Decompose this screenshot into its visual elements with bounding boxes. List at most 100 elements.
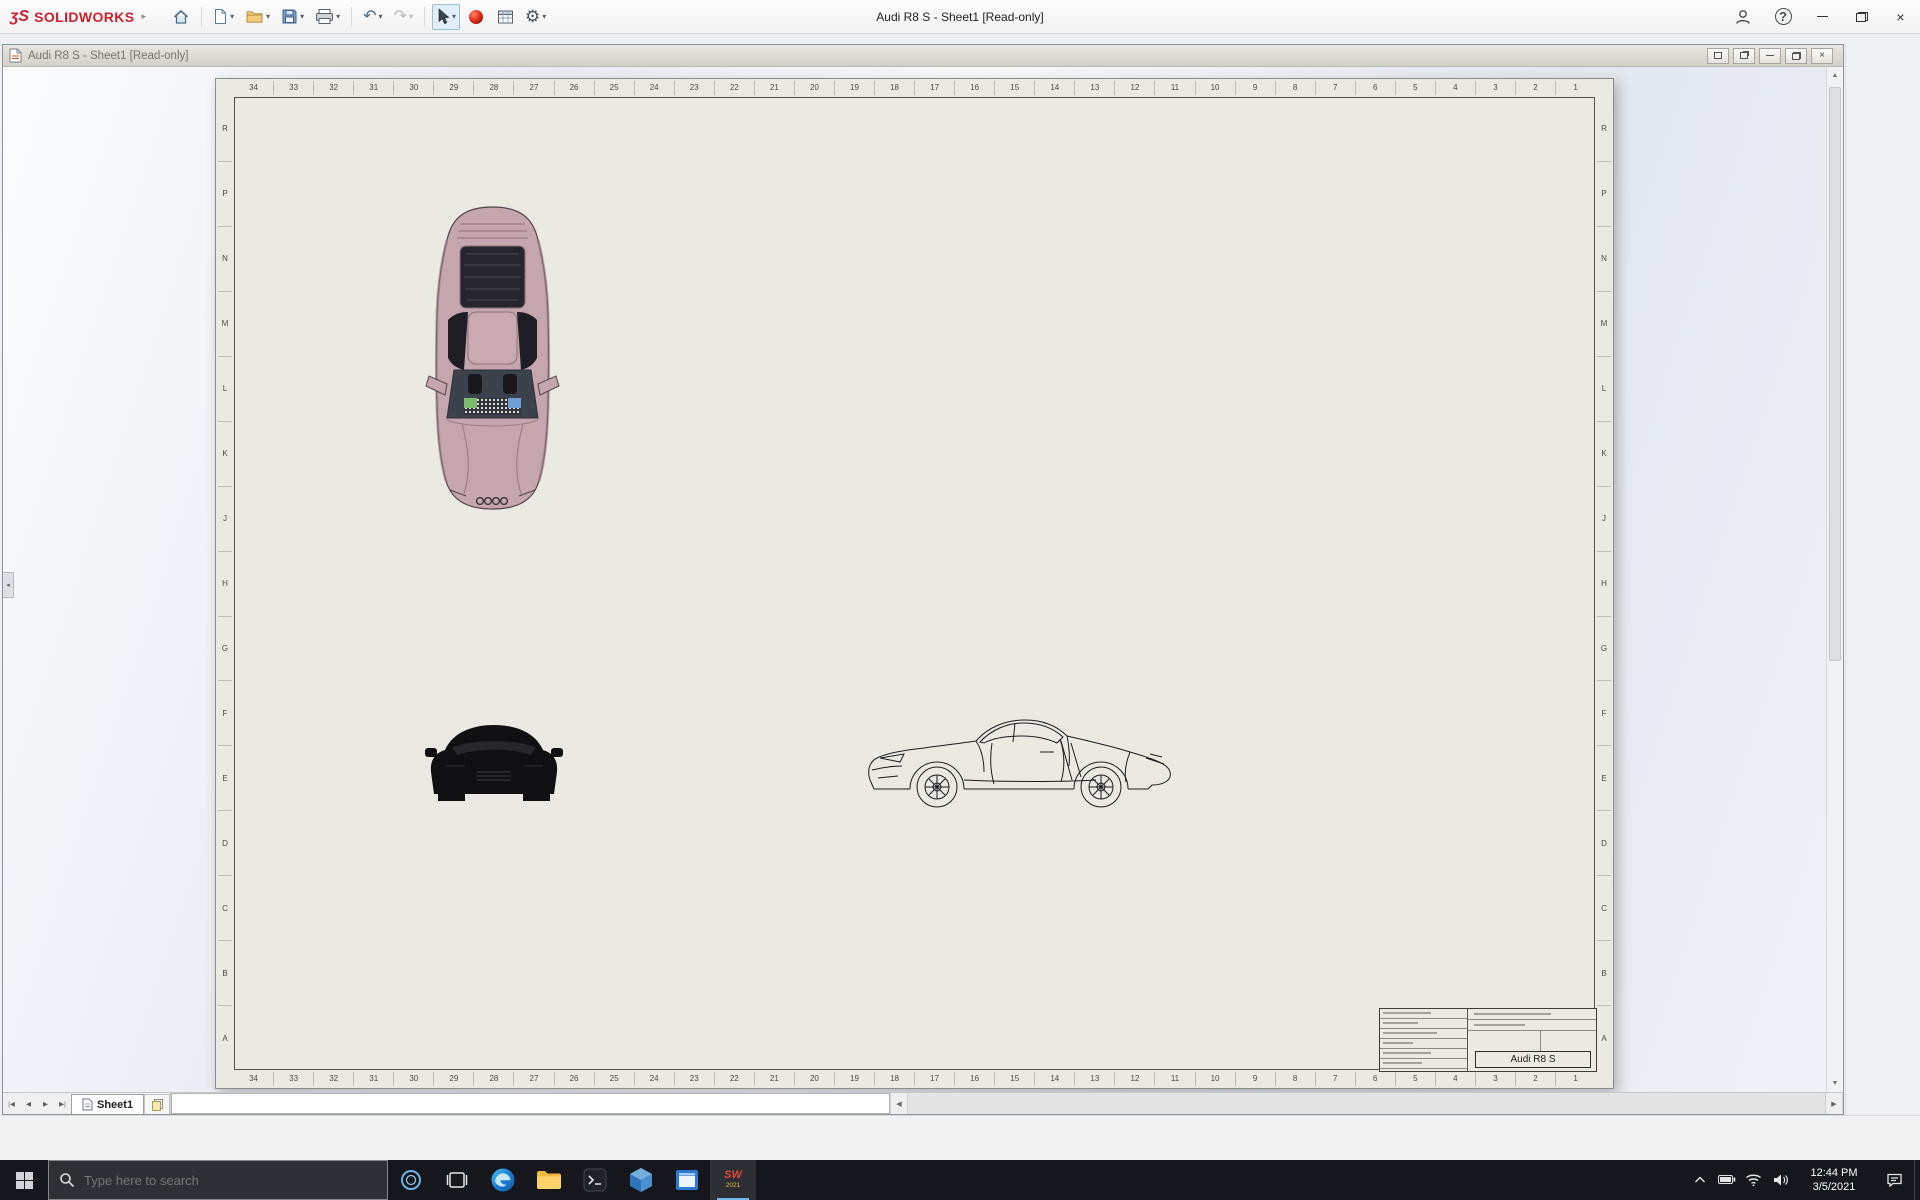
sheet-icon: [82, 1098, 93, 1111]
tray-network-button[interactable]: [1740, 1160, 1767, 1200]
quick-access-toolbar: ▾ ▾ ▾ ▾ ↶ ▾ ↷ ▾ ▾ ⚙ ▾: [168, 3, 550, 30]
document-titlebar[interactable]: Audi R8 S - Sheet1 [Read-only] ×: [3, 45, 1843, 67]
show-desktop-button[interactable]: [1914, 1160, 1920, 1200]
zone-number: 15: [994, 1072, 1034, 1086]
tray-battery-button[interactable]: [1713, 1160, 1740, 1200]
previous-sheet-button[interactable]: ◀: [20, 1093, 37, 1114]
account-button[interactable]: [1723, 0, 1763, 33]
zone-number: 26: [553, 1072, 594, 1086]
save-button[interactable]: ▾: [277, 4, 308, 30]
horizontal-scrollbar-thumb[interactable]: [171, 1093, 890, 1114]
zone-number: 17: [914, 1072, 954, 1086]
doc-window-button[interactable]: [1707, 47, 1729, 64]
doc-cascade-button[interactable]: [1733, 47, 1755, 64]
scroll-left-button[interactable]: ◀: [890, 1093, 908, 1114]
home-button[interactable]: [168, 4, 194, 30]
zone-letter: H: [1597, 550, 1611, 616]
zone-number: 30: [393, 1072, 433, 1086]
drawing-viewport[interactable]: 34 33 32 31 30 29 28 27 26 25 24 23 22 21 20 19 18 17 16 15…: [3, 67, 1843, 1092]
doc-close-button[interactable]: ×: [1811, 47, 1833, 64]
tray-volume-button[interactable]: [1767, 1160, 1794, 1200]
dropdown-arrow-icon[interactable]: ▾: [452, 12, 456, 21]
scroll-left-icon: ◀: [896, 1100, 902, 1108]
title-block-part-name[interactable]: Audi R8 S: [1475, 1051, 1591, 1068]
edge-taskbar-button[interactable]: [480, 1160, 526, 1200]
scroll-up-button[interactable]: ▲: [1827, 67, 1843, 84]
toolbar-separator: [423, 6, 425, 27]
horizontal-scrollbar[interactable]: ◀ ▶: [170, 1093, 1843, 1114]
zone-number: 20: [793, 1072, 834, 1086]
first-sheet-button[interactable]: |◀: [3, 1093, 20, 1114]
search-input[interactable]: [84, 1172, 377, 1188]
dropdown-arrow-icon[interactable]: ▾: [300, 12, 304, 21]
add-sheet-button[interactable]: [144, 1094, 171, 1114]
terminal-app-button[interactable]: [572, 1160, 618, 1200]
cortana-button[interactable]: [388, 1160, 434, 1200]
zone-number: 9: [1234, 81, 1275, 95]
tray-expand-button[interactable]: [1686, 1160, 1713, 1200]
cad-viewer-app-button[interactable]: [618, 1160, 664, 1200]
window-app-button[interactable]: [664, 1160, 710, 1200]
mouse-gesture-button[interactable]: [463, 4, 489, 30]
doc-restore-button[interactable]: [1785, 47, 1807, 64]
select-tool-button[interactable]: ▾: [431, 3, 460, 30]
zone-number: 31: [353, 81, 393, 95]
undo-button[interactable]: ↶ ▾: [359, 4, 386, 30]
horizontal-scrollbar-track[interactable]: [908, 1093, 1825, 1114]
dropdown-arrow-icon[interactable]: ▾: [230, 12, 234, 21]
doc-minimize-button[interactable]: [1759, 47, 1781, 64]
dropdown-arrow-icon[interactable]: ▾: [542, 12, 546, 21]
next-sheet-button[interactable]: ▶: [37, 1093, 54, 1114]
zone-number: 11: [1154, 81, 1194, 95]
zone-number: 28: [473, 1072, 513, 1086]
drawing-view-top[interactable]: [424, 202, 561, 519]
drawing-view-side[interactable]: [864, 710, 1178, 815]
zone-number: 6: [1354, 1072, 1395, 1086]
zone-letter: G: [1597, 615, 1611, 681]
task-view-icon: [446, 1172, 468, 1188]
vertical-scrollbar[interactable]: ▲ ▼: [1826, 67, 1843, 1092]
new-document-button[interactable]: ▾: [209, 4, 238, 30]
last-sheet-button[interactable]: ▶|: [54, 1093, 71, 1114]
next-sheet-icon: ▶: [43, 1100, 48, 1108]
task-view-button[interactable]: [434, 1160, 480, 1200]
sheet-properties-button[interactable]: [492, 4, 518, 30]
solidworks-brand[interactable]: ʒS SOLIDWORKS ▸: [0, 8, 154, 26]
restore-icon: [1791, 51, 1801, 60]
scroll-down-button[interactable]: ▼: [1827, 1075, 1843, 1092]
action-center-button[interactable]: [1874, 1160, 1914, 1200]
scroll-down-icon: ▼: [1831, 1080, 1839, 1087]
start-button[interactable]: [0, 1160, 48, 1200]
system-tray: 12:44 PM 3/5/2021: [1686, 1160, 1920, 1200]
minimize-button[interactable]: [1803, 0, 1842, 33]
file-explorer-button[interactable]: [526, 1160, 572, 1200]
restore-button[interactable]: [1842, 0, 1881, 33]
dropdown-arrow-icon[interactable]: ▾: [336, 12, 340, 21]
zone-letter: M: [218, 290, 232, 356]
dropdown-arrow-icon[interactable]: ▾: [379, 12, 383, 21]
dropdown-arrow-icon[interactable]: ▾: [266, 12, 270, 21]
zone-number: 8: [1274, 1072, 1315, 1086]
taskbar-clock[interactable]: 12:44 PM 3/5/2021: [1794, 1160, 1874, 1200]
brand-flyout-arrow-icon[interactable]: ▸: [142, 11, 147, 22]
redo-button[interactable]: ↷ ▾: [390, 4, 417, 30]
close-button[interactable]: ×: [1881, 0, 1920, 33]
sheet-tab[interactable]: Sheet1: [71, 1094, 145, 1114]
zone-letter: B: [1597, 940, 1611, 1005]
help-button[interactable]: ?: [1763, 0, 1803, 33]
drawing-view-front[interactable]: [425, 710, 563, 807]
solidworks-taskbar-button[interactable]: SW 2021: [710, 1160, 756, 1200]
zone-number: 5: [1394, 1072, 1435, 1086]
taskbar-search-box[interactable]: [48, 1160, 388, 1200]
feature-pane-flyout-button[interactable]: ◂: [3, 572, 14, 598]
scroll-right-button[interactable]: ▶: [1825, 1093, 1843, 1114]
zone-number: 33: [273, 1072, 313, 1086]
zone-number: 3: [1474, 1072, 1515, 1086]
zone-number: 10: [1194, 81, 1235, 95]
zone-number: 11: [1154, 1072, 1194, 1086]
options-button[interactable]: ⚙ ▾: [521, 4, 550, 30]
print-button[interactable]: ▾: [311, 4, 344, 30]
vertical-scrollbar-thumb[interactable]: [1829, 87, 1841, 661]
open-button[interactable]: ▾: [241, 4, 274, 30]
drawing-sheet[interactable]: 34 33 32 31 30 29 28 27 26 25 24 23 22 21 20 19 18 17 16 15…: [215, 78, 1614, 1089]
